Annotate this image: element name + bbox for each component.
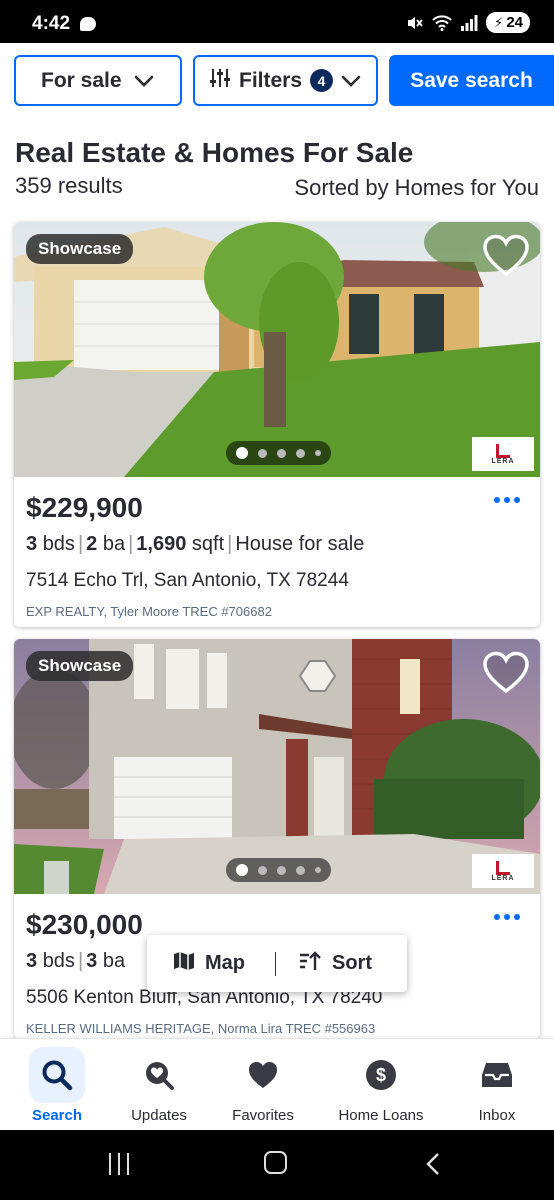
- bottom-nav: Search Updates Favorites $ Home Loans In…: [0, 1038, 554, 1130]
- logo-mark: [496, 443, 510, 458]
- nav-item-favorites[interactable]: Favorites: [218, 1039, 308, 1131]
- page-title: Real Estate & Homes For Sale: [15, 137, 414, 168]
- carousel-dot: [236, 447, 248, 459]
- inbox-icon: [469, 1047, 525, 1103]
- broker-logo: LERA: [472, 437, 534, 471]
- nav-item-search[interactable]: Search: [17, 1039, 97, 1131]
- listing-broker: KELLER WILLIAMS HERITAGE, Norma Lira TRE…: [26, 1021, 376, 1036]
- for-sale-dropdown[interactable]: For sale: [14, 55, 182, 106]
- filters-label: Filters: [239, 68, 303, 92]
- dollar-icon: $: [353, 1047, 409, 1103]
- carousel-dot: [296, 865, 305, 875]
- nav-label: Favorites: [232, 1107, 294, 1124]
- baths-unit: ba: [102, 950, 126, 972]
- sort-icon: [298, 950, 322, 977]
- sort-label[interactable]: Sorted by Homes for You: [294, 175, 539, 201]
- status-icons: ⚡ 24: [406, 12, 530, 33]
- map-button[interactable]: Map: [147, 935, 275, 992]
- recent-apps-icon[interactable]: [109, 1153, 129, 1175]
- more-options-icon[interactable]: [494, 497, 520, 503]
- listing-price: $229,900: [26, 492, 143, 523]
- carousel-dot: [296, 448, 305, 458]
- baths-unit: ba: [102, 533, 126, 555]
- carousel-dot: [236, 864, 248, 876]
- results-count: 359 results: [15, 173, 123, 198]
- listing-facts: 3 bds | 2 ba | 1,690 sqft | House for sale: [26, 533, 365, 555]
- sort-button[interactable]: Sort: [276, 935, 372, 992]
- search-toolbar: For sale Filters 4 Save search: [0, 55, 554, 107]
- save-search-button[interactable]: Save search: [389, 55, 554, 106]
- carousel-dot: [315, 867, 321, 873]
- carousel-dot: [277, 865, 286, 875]
- map-sort-pill: Map Sort: [147, 935, 407, 992]
- charging-icon: ⚡: [494, 14, 504, 30]
- save-home-heart-icon[interactable]: [482, 651, 530, 700]
- sqft-unit: sqft: [191, 533, 225, 555]
- wifi-icon: [432, 14, 452, 31]
- signal-icon: [460, 14, 478, 31]
- listing-card[interactable]: Showcase LERA $229,900 3 bds | 2 ba | 1,690 …: [14, 222, 540, 627]
- beds-unit: bds: [42, 533, 75, 555]
- updates-icon: [131, 1047, 187, 1103]
- beds-value: 3: [26, 950, 38, 972]
- status-bar: 4:42 ⚡ 24: [0, 0, 554, 43]
- home-icon[interactable]: [264, 1151, 287, 1174]
- sliders-icon: [209, 67, 231, 95]
- photo-carousel-dots: [226, 441, 331, 465]
- logo-mark: [496, 860, 510, 875]
- filter-count-badge: 4: [310, 69, 334, 92]
- listing-photo[interactable]: Showcase LERA: [14, 639, 540, 894]
- beds-value: 3: [26, 533, 38, 555]
- baths-value: 3: [86, 950, 98, 972]
- heart-icon: [235, 1047, 291, 1103]
- nav-item-inbox[interactable]: Inbox: [452, 1039, 542, 1131]
- nav-label: Inbox: [478, 1107, 516, 1124]
- carousel-dot: [277, 448, 286, 458]
- broker-logo: LERA: [472, 854, 534, 888]
- map-label: Map: [205, 952, 245, 974]
- nav-item-home-loans[interactable]: $ Home Loans: [330, 1039, 432, 1131]
- filters-button[interactable]: Filters 4: [193, 55, 378, 106]
- logo-text: LERA: [491, 457, 515, 465]
- nav-label: Updates: [131, 1107, 187, 1124]
- carousel-dot: [258, 448, 267, 458]
- chevron-down-icon: [341, 69, 361, 93]
- listing-details: $229,900 3 bds | 2 ba | 1,690 sqft | House for…: [14, 477, 540, 627]
- showcase-badge: Showcase: [26, 651, 134, 681]
- photo-carousel-dots: [226, 858, 331, 882]
- status-time: 4:42: [32, 13, 71, 34]
- nav-label: Home Loans: [338, 1107, 424, 1124]
- for-sale-label: For sale: [41, 68, 122, 92]
- sort-label: Sort: [332, 952, 372, 974]
- search-icon: [29, 1047, 85, 1103]
- battery-indicator: ⚡ 24: [486, 12, 530, 33]
- listing-broker: EXP REALTY, Tyler Moore TREC #706682: [26, 604, 272, 619]
- carousel-dot: [258, 865, 267, 875]
- listing-photo[interactable]: Showcase LERA: [14, 222, 540, 477]
- carousel-dot: [315, 450, 321, 456]
- beds-unit: bds: [42, 950, 75, 972]
- baths-value: 2: [86, 533, 98, 555]
- map-icon: [173, 951, 195, 977]
- chevron-down-icon: [134, 69, 154, 93]
- svg-text:$: $: [376, 1065, 386, 1085]
- battery-level: 24: [506, 14, 523, 31]
- system-nav-bar: [0, 1130, 554, 1200]
- listing-address: 7514 Echo Trl, San Antonio, TX 78244: [26, 570, 349, 591]
- save-home-heart-icon[interactable]: [482, 234, 530, 283]
- chat-notification-icon: [80, 17, 96, 31]
- mute-icon: [406, 14, 424, 32]
- showcase-badge: Showcase: [26, 234, 134, 264]
- more-options-icon[interactable]: [494, 914, 520, 920]
- back-icon[interactable]: [426, 1152, 440, 1181]
- nav-label: Search: [31, 1107, 83, 1124]
- nav-item-updates[interactable]: Updates: [114, 1039, 204, 1131]
- sqft-value: 1,690: [136, 533, 187, 555]
- listing-type: House for sale: [235, 533, 365, 555]
- logo-text: LERA: [491, 874, 515, 882]
